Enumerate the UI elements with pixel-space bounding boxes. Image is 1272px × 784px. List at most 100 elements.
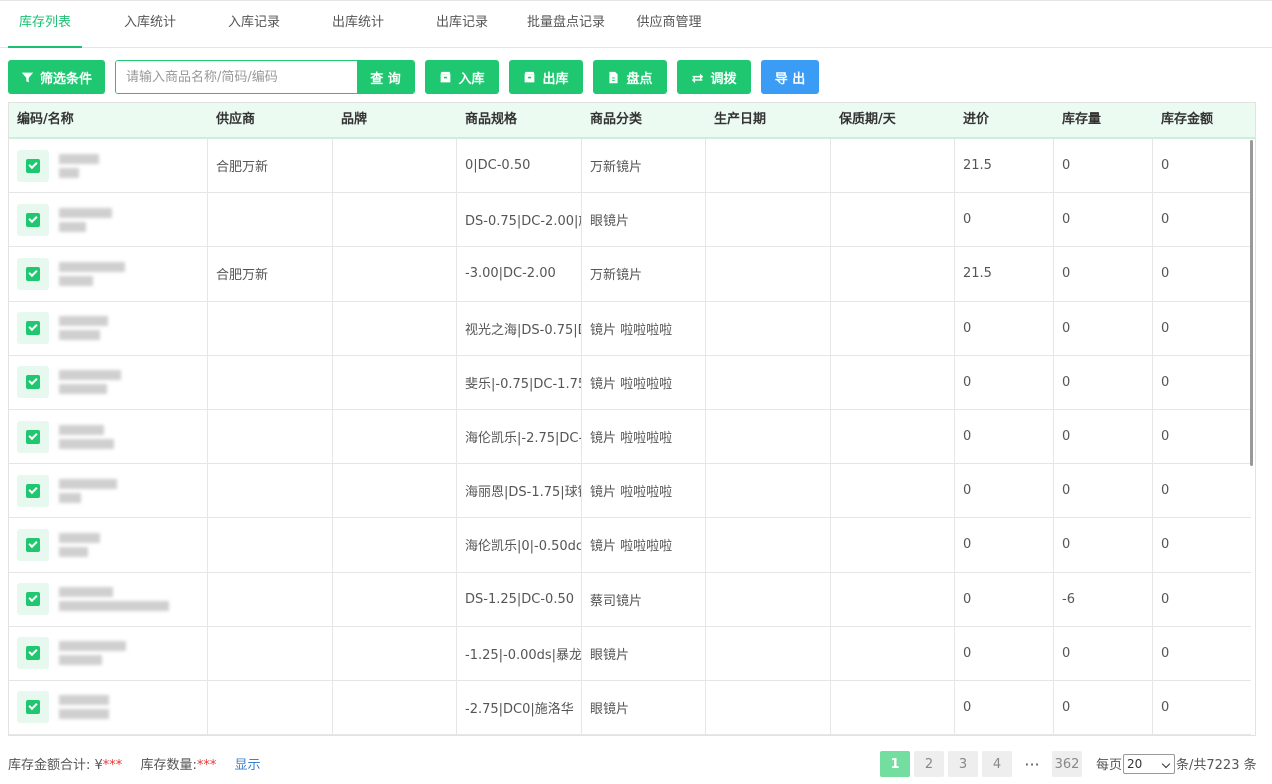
transfer-label: 调拨	[710, 71, 737, 87]
cell-stock-amount: 0	[1161, 266, 1170, 282]
table-scrollbar[interactable]	[1250, 140, 1253, 466]
tab-inbound-records[interactable]: 入库记录	[218, 1, 290, 48]
column-header-category[interactable]: 商品分类	[582, 103, 706, 137]
per-page-select[interactable]: 20	[1123, 754, 1175, 774]
row-checkbox[interactable]	[17, 149, 49, 182]
tab-batch-check-records[interactable]: 批量盘点记录	[518, 1, 614, 48]
row-checkbox[interactable]	[17, 583, 49, 616]
cell-stock-amount: 0	[1161, 591, 1170, 607]
row-checkbox[interactable]	[17, 474, 49, 507]
cell-production-date	[706, 139, 831, 193]
page-button-1[interactable]: 1	[880, 751, 910, 777]
table-row[interactable]: DS-0.75|DC-2.00|施 眼镜片 0 0 0	[9, 193, 1251, 248]
checkbox-checked-icon	[26, 646, 40, 661]
filter-button[interactable]: 筛选条件	[8, 60, 105, 94]
cell-production-date	[706, 247, 831, 301]
cell-spec: -2.75|DC0|施洛华	[457, 680, 582, 735]
redacted-name	[59, 167, 79, 178]
stock-check-button[interactable]: 盘点	[593, 60, 667, 94]
table-row[interactable]: 合肥万新 0|DC-0.50 万新镜片 21.5 0 0	[9, 139, 1251, 194]
tab-outbound-stats[interactable]: 出库统计	[322, 1, 394, 48]
row-checkbox[interactable]	[17, 528, 49, 561]
cell-production-date	[706, 680, 831, 735]
page-button-last[interactable]: 362	[1052, 751, 1082, 777]
cell-brand	[333, 626, 457, 680]
search-button[interactable]: 查 询	[357, 61, 414, 93]
column-header-brand[interactable]: 品牌	[333, 103, 457, 137]
table-header: 编码/名称 供应商 品牌 商品规格 商品分类 生产日期 保质期/天 进价 库存量…	[9, 103, 1255, 139]
cell-spec: 海伦凯乐|0|-0.50dc	[457, 518, 582, 572]
page-button-3[interactable]: 3	[948, 751, 978, 777]
page-button-2[interactable]: 2	[914, 751, 944, 777]
checkbox-checked-icon	[26, 592, 40, 607]
cell-supplier: 合肥万新	[208, 139, 333, 193]
cell-category: 镜片 啦啦啦啦	[582, 409, 706, 464]
page-button-4[interactable]: 4	[982, 751, 1012, 777]
cell-supplier: 合肥万新	[208, 247, 333, 301]
show-totals-link[interactable]: 显示	[234, 758, 260, 773]
table-row[interactable]: 海伦凯乐|0|-0.50dc 镜片 啦啦啦啦 0 0 0	[9, 518, 1251, 573]
redacted-code-name	[59, 641, 126, 666]
column-header-purchase-price[interactable]: 进价	[955, 103, 1054, 137]
row-checkbox[interactable]	[17, 691, 49, 724]
cell-spec: -1.25|-0.00ds|暴龙	[457, 626, 582, 680]
cell-purchase-price: 0	[955, 680, 1054, 735]
column-header-supplier[interactable]: 供应商	[208, 103, 333, 137]
filter-button-label: 筛选条件	[39, 71, 92, 87]
filter-icon	[21, 72, 34, 82]
table-row[interactable]: 视光之海|DS-0.75|D 镜片 啦啦啦啦 0 0 0	[9, 301, 1251, 356]
row-checkbox[interactable]	[17, 637, 49, 670]
column-header-code-name[interactable]: 编码/名称	[9, 103, 208, 137]
cell-code-name	[9, 139, 208, 193]
column-header-stock-qty[interactable]: 库存量	[1054, 103, 1153, 137]
table-row[interactable]: 合肥万新 -3.00|DC-2.00 万新镜片 21.5 0 0	[9, 247, 1251, 302]
cell-brand	[333, 409, 457, 464]
cell-stock-amount: 0	[1161, 699, 1170, 715]
cell-category: 蔡司镜片	[582, 572, 706, 626]
stock-out-button[interactable]: 出库	[509, 60, 583, 94]
cell-shelf-life	[831, 626, 955, 680]
row-checkbox[interactable]	[17, 203, 49, 236]
column-header-production-date[interactable]: 生产日期	[706, 103, 831, 137]
cell-supplier	[208, 518, 333, 572]
cell-brand	[333, 355, 457, 409]
cell-spec: 斐乐|-0.75|DC-1.75	[457, 355, 582, 409]
cell-production-date	[706, 572, 831, 626]
tab-inventory-list[interactable]: 库存列表	[8, 1, 82, 48]
tab-inbound-stats[interactable]: 入库统计	[114, 1, 186, 48]
column-header-spec[interactable]: 商品规格	[457, 103, 582, 137]
search-input[interactable]	[116, 61, 357, 93]
cell-purchase-price: 21.5	[955, 139, 1054, 193]
row-checkbox[interactable]	[17, 257, 49, 290]
column-header-stock-amount[interactable]: 库存金额	[1153, 103, 1253, 137]
cell-stock-qty: 0	[1054, 355, 1153, 409]
row-checkbox[interactable]	[17, 312, 49, 345]
table-row[interactable]: -1.25|-0.00ds|暴龙 眼镜片 0 0 0	[9, 626, 1251, 681]
row-checkbox[interactable]	[17, 366, 49, 399]
box-in-icon	[441, 71, 451, 82]
column-header-shelf-life[interactable]: 保质期/天	[831, 103, 955, 137]
page-ellipsis[interactable]: ···	[1018, 751, 1046, 777]
cell-purchase-price: 0	[955, 193, 1054, 247]
search-box: 查 询	[115, 60, 415, 94]
tab-supplier-management[interactable]: 供应商管理	[628, 1, 710, 48]
amount-total-value: ***	[102, 758, 123, 773]
stock-in-button[interactable]: 入库	[425, 60, 499, 94]
redacted-code	[59, 641, 126, 652]
cell-purchase-price: 0	[955, 464, 1054, 518]
table-row[interactable]: DS-1.25|DC-0.50 蔡司镜片 0 -6 0	[9, 572, 1251, 627]
cell-production-date	[706, 626, 831, 680]
cell-shelf-life	[831, 572, 955, 626]
stock-qty-value: ***	[196, 758, 217, 773]
table-row[interactable]: 斐乐|-0.75|DC-1.75 镜片 啦啦啦啦 0 0 0	[9, 355, 1251, 410]
cell-shelf-life	[831, 680, 955, 735]
cell-shelf-life	[831, 355, 955, 409]
transfer-button[interactable]: 调拨	[677, 60, 751, 94]
cell-code-name	[9, 301, 208, 355]
table-row[interactable]: 海伦凯乐|-2.75|DC-1 镜片 啦啦啦啦 0 0 0	[9, 409, 1251, 465]
export-button[interactable]: 导 出	[761, 60, 819, 94]
table-row[interactable]: -2.75|DC0|施洛华 眼镜片 0 0 0	[9, 680, 1251, 735]
row-checkbox[interactable]	[17, 420, 49, 453]
table-row[interactable]: 海丽恩|DS-1.75|球镜 镜片 啦啦啦啦 0 0 0	[9, 464, 1251, 519]
tab-outbound-records[interactable]: 出库记录	[426, 1, 498, 48]
